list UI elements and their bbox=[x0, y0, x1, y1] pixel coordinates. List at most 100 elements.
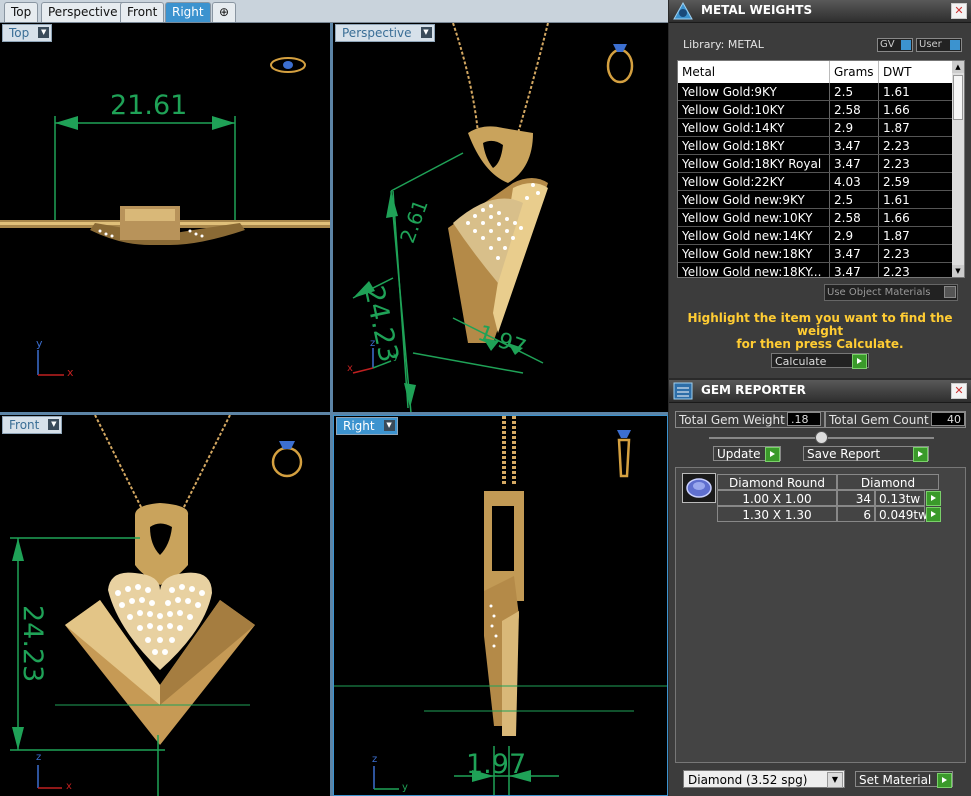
metal-name-cell: Yellow Gold:18KY bbox=[678, 136, 830, 155]
viewport-top[interactable]: Top ▼ 21.61 y x bbox=[0, 23, 330, 412]
metal-row[interactable]: Yellow Gold new:18KY 3.47 2.23 bbox=[678, 244, 964, 263]
metal-row[interactable]: Yellow Gold:18KY 3.47 2.23 bbox=[678, 136, 964, 155]
gem-report-area: Diamond Round Diamond 1.00 X 1.00 34 0.13t… bbox=[675, 467, 966, 763]
viewport-label-perspective[interactable]: Perspective ▼ bbox=[335, 24, 435, 42]
close-icon[interactable]: ✕ bbox=[951, 3, 967, 19]
chevron-down-icon[interactable]: ▼ bbox=[38, 27, 50, 38]
round-diamond-icon bbox=[686, 478, 712, 498]
tab-top[interactable]: Top bbox=[4, 2, 39, 22]
dwt-cell: 2.59 bbox=[878, 172, 964, 191]
metal-table: Metal Grams DWT Yellow Gold:9KY 2.5 1.61 Ye… bbox=[677, 60, 965, 278]
calculate-button[interactable]: Calculate bbox=[771, 353, 869, 369]
user-toggle[interactable]: User bbox=[916, 38, 962, 52]
column-header-grams[interactable]: Grams bbox=[829, 61, 879, 83]
hint-line-1: Highlight the item you want to find the … bbox=[687, 311, 953, 338]
viewport-perspective[interactable]: Perspective ▼ 24.23 2.61 1.97 z y x bbox=[333, 23, 668, 412]
viewport-label-right[interactable]: Right ▼ bbox=[336, 417, 398, 435]
grams-cell: 3.47 bbox=[829, 262, 879, 277]
update-button[interactable]: Update bbox=[713, 446, 781, 462]
save-report-button[interactable]: Save Report bbox=[803, 446, 929, 462]
axis-label-b: y bbox=[393, 351, 399, 362]
dwt-cell: 2.23 bbox=[878, 136, 964, 155]
metal-name-cell: Yellow Gold:10KY bbox=[678, 100, 830, 119]
hint-text: Highlight the item you want to find the … bbox=[669, 312, 971, 351]
axis-label-b: x bbox=[66, 781, 72, 792]
tab-right[interactable]: Right bbox=[165, 2, 211, 22]
tab-perspective[interactable]: Perspective bbox=[41, 2, 125, 22]
play-icon[interactable] bbox=[926, 507, 941, 522]
metal-row[interactable]: Yellow Gold new:18KY... 3.47 2.23 bbox=[678, 262, 964, 277]
total-gem-count-value: 40 bbox=[931, 412, 965, 426]
add-viewport-tab[interactable]: ⊕ bbox=[212, 2, 237, 22]
viewport-label-text: Front bbox=[9, 418, 40, 432]
dwt-cell: 1.61 bbox=[878, 83, 964, 101]
metal-row[interactable]: Yellow Gold:22KY 4.03 2.59 bbox=[678, 172, 964, 191]
chevron-down-icon[interactable]: ▼ bbox=[383, 420, 395, 431]
gem-type-header: Diamond Round bbox=[717, 474, 837, 490]
play-icon bbox=[852, 354, 867, 369]
grams-cell: 2.5 bbox=[829, 190, 879, 209]
metal-row[interactable]: Yellow Gold new:9KY 2.5 1.61 bbox=[678, 190, 964, 209]
viewport-right[interactable]: Right ▼ 1.97 z y bbox=[333, 415, 668, 796]
gem-count-cell: 34 bbox=[837, 490, 875, 506]
gem-size-cell: 1.00 X 1.00 bbox=[717, 490, 837, 506]
scrollbar[interactable]: ▲ ▼ bbox=[952, 61, 964, 277]
tab-front[interactable]: Front bbox=[120, 2, 165, 22]
library-label: Library: METAL bbox=[683, 38, 764, 51]
viewport-label-text: Top bbox=[9, 26, 30, 40]
metal-name-cell: Yellow Gold new:18KY... bbox=[678, 262, 830, 277]
metal-row[interactable]: Yellow Gold:14KY 2.9 1.87 bbox=[678, 118, 964, 137]
chevron-down-icon[interactable]: ▼ bbox=[827, 772, 843, 788]
gem-reporter-panel: GEM REPORTER ✕ Total Gem Weight .18 Tota… bbox=[669, 380, 971, 796]
metal-row[interactable]: Yellow Gold new:14KY 2.9 1.87 bbox=[678, 226, 964, 245]
user-label: User bbox=[919, 39, 942, 50]
toggle-indicator bbox=[944, 286, 956, 298]
dimension-height: 24.23 bbox=[17, 605, 48, 683]
viewport-label-top[interactable]: Top ▼ bbox=[2, 24, 53, 42]
gv-toggle[interactable]: GV bbox=[877, 38, 913, 52]
material-select[interactable]: Diamond (3.52 spg) ▼ bbox=[683, 770, 845, 788]
viewport-tab-bar: Top Perspective Front Right ⊕ bbox=[0, 0, 668, 23]
use-object-materials-toggle[interactable]: Use Object Materials bbox=[824, 284, 958, 301]
right-view-drawing bbox=[334, 416, 667, 795]
set-material-label: Set Material bbox=[859, 773, 932, 787]
grams-cell: 2.9 bbox=[829, 226, 879, 245]
metal-row[interactable]: Yellow Gold new:10KY 2.58 1.66 bbox=[678, 208, 964, 227]
save-report-label: Save Report bbox=[807, 447, 881, 461]
dwt-cell: 1.87 bbox=[878, 118, 964, 137]
toggle-indicator bbox=[901, 40, 911, 50]
column-header-metal[interactable]: Metal bbox=[678, 61, 830, 83]
metal-row[interactable]: Yellow Gold:9KY 2.5 1.61 bbox=[678, 83, 964, 101]
chevron-down-icon[interactable]: ▼ bbox=[48, 419, 60, 430]
use-object-materials-label: Use Object Materials bbox=[827, 287, 931, 298]
metal-weights-panel: METAL WEIGHTS ✕ Library: METAL GV User M… bbox=[669, 0, 971, 378]
panel-title: GEM REPORTER bbox=[701, 383, 806, 397]
axis-label-a: y bbox=[36, 337, 43, 350]
viewport-label-front[interactable]: Front ▼ bbox=[2, 416, 63, 434]
chevron-down-icon[interactable]: ▼ bbox=[420, 27, 432, 38]
grams-cell: 2.9 bbox=[829, 118, 879, 137]
play-icon[interactable] bbox=[926, 491, 941, 506]
metal-weights-icon bbox=[673, 1, 693, 20]
dwt-cell: 2.23 bbox=[878, 244, 964, 263]
metal-row[interactable]: Yellow Gold:18KY Royal 3.47 2.23 bbox=[678, 154, 964, 173]
grams-cell: 3.47 bbox=[829, 136, 879, 155]
play-icon bbox=[765, 447, 780, 462]
set-material-button[interactable]: Set Material bbox=[855, 771, 953, 788]
scrollbar-thumb[interactable] bbox=[953, 75, 963, 120]
scroll-down-icon[interactable]: ▼ bbox=[952, 265, 964, 277]
metal-row[interactable]: Yellow Gold:10KY 2.58 1.66 bbox=[678, 100, 964, 119]
front-view-drawing bbox=[10, 415, 303, 796]
viewport-label-text: Perspective bbox=[342, 26, 412, 40]
grams-cell: 3.47 bbox=[829, 154, 879, 173]
viewport-front[interactable]: Front ▼ 24.23 z x bbox=[0, 415, 330, 796]
top-view-drawing bbox=[0, 57, 330, 376]
size-slider-thumb[interactable] bbox=[815, 431, 828, 444]
dwt-cell: 2.23 bbox=[878, 154, 964, 173]
dimension-thickness: 1.97 bbox=[466, 749, 527, 780]
play-icon bbox=[913, 447, 928, 462]
scroll-up-icon[interactable]: ▲ bbox=[952, 61, 964, 73]
axis-label-b: y bbox=[402, 782, 408, 793]
close-icon[interactable]: ✕ bbox=[951, 383, 967, 399]
column-header-dwt[interactable]: DWT bbox=[878, 61, 964, 83]
